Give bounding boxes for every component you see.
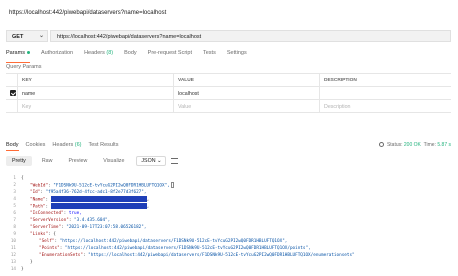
tab-pre-request-script[interactable]: Pre-request Script	[148, 50, 192, 60]
code-content: {	[21, 176, 24, 181]
line-number: 13	[10, 260, 16, 265]
json-key: "WebId"	[30, 183, 49, 189]
tab-tests[interactable]: Tests	[203, 50, 216, 60]
format-type-select[interactable]: JSON ⌄	[136, 155, 167, 166]
format-pretty[interactable]: Pretty	[6, 155, 32, 166]
line-number: 4	[13, 197, 16, 202]
line-number: 2	[13, 183, 16, 188]
line-number: 14	[10, 267, 16, 272]
line-number: 9	[13, 232, 16, 237]
json-value: "2021-09-17T23:07:58.06526182",	[66, 225, 147, 230]
json-key: "Points"	[39, 246, 60, 251]
code-content: "Points": "https://localhost:442/piwebap…	[39, 246, 311, 251]
line-number: 6	[13, 211, 16, 216]
json-key: "Self"	[39, 239, 55, 244]
param-key-cell[interactable]: name	[18, 87, 174, 100]
tab-cookies[interactable]: Cookies	[26, 142, 46, 148]
tab-test-results[interactable]: Test Results	[88, 142, 118, 148]
method-label: GET	[12, 34, 24, 40]
status-code: 200 OK	[403, 142, 421, 148]
chevron-down-icon: ⌄	[157, 157, 162, 164]
json-key: "Links"	[30, 232, 49, 237]
params-indicator-dot	[26, 51, 30, 55]
json-value: "f95a4f36-762d-4fcc-adc1-8f2e77d3f627",	[45, 190, 147, 195]
tab-body[interactable]: Body	[124, 50, 137, 60]
url-input[interactable]: https://localhost:442/piwebapi/dataserve…	[50, 30, 451, 42]
line-number: 8	[13, 225, 16, 230]
redacted-value	[50, 203, 147, 209]
query-params-title: Query Params	[6, 64, 42, 70]
line-number: 1	[13, 176, 16, 181]
code-content: "Links": {	[30, 232, 56, 237]
response-format-toolbar: Pretty Raw Preview Visualize JSON ⌄	[6, 155, 179, 166]
code-content: "EnumerationSets": "https://localhost:44…	[39, 253, 355, 258]
code-content: }	[21, 267, 24, 272]
tab-response-body[interactable]: Body	[6, 142, 19, 151]
code-content: "Id": "f95a4f36-762d-4fcc-adc1-8f2e77d3f…	[30, 190, 147, 195]
tab-response-headers[interactable]: Headers (6)	[52, 142, 81, 148]
json-value: "https://localhost:442/piwebapi/dataserv…	[59, 239, 288, 244]
param-description-cell[interactable]	[320, 87, 451, 100]
json-value: {	[53, 232, 56, 237]
code-content: }	[30, 260, 33, 265]
new-value-input[interactable]: Value	[174, 100, 320, 113]
param-enabled-checkbox[interactable]	[10, 90, 16, 96]
tab-params[interactable]: Params	[6, 50, 30, 63]
json-key: "IsConnected"	[30, 211, 64, 216]
json-key: "ServerTime"	[30, 225, 62, 230]
json-key: "ServerVersion"	[30, 218, 69, 223]
globe-icon	[378, 142, 384, 148]
params-table: KEY VALUE DESCRIPTION name localhost Key…	[6, 73, 451, 113]
param-row: name localhost	[6, 87, 451, 100]
description-column-header: DESCRIPTION	[324, 78, 357, 83]
redacted-value	[50, 196, 147, 202]
line-number: 3	[13, 190, 16, 195]
json-key: "Name"	[30, 197, 46, 203]
params-header-row: KEY VALUE DESCRIPTION	[6, 74, 451, 87]
json-value: "https://localhost:442/piwebapi/dataserv…	[64, 246, 311, 251]
response-time: 5.87 s	[437, 142, 451, 148]
param-value-cell[interactable]: localhost	[174, 87, 320, 100]
line-number: 12	[10, 253, 16, 258]
response-status: Status: 200 OK Time: 5.87 s	[378, 142, 451, 148]
code-content: "IsConnected": true,	[30, 211, 82, 216]
format-raw[interactable]: Raw	[36, 156, 59, 166]
new-description-input[interactable]: Description	[320, 100, 451, 113]
param-new-row: Key Value Description	[6, 100, 451, 113]
line-number: 5	[13, 204, 16, 209]
json-value: "F1DSNk9U-512cE-tvYcuG2PI2wQ0FDR1HBLUFTQ…	[53, 183, 170, 189]
value-column-header: VALUE	[174, 74, 320, 87]
method-select[interactable]: GET ⌄	[6, 30, 48, 42]
request-bar: GET ⌄ https://localhost:442/piwebapi/dat…	[6, 30, 451, 42]
tab-settings[interactable]: Settings	[227, 50, 247, 60]
line-number: 10	[10, 239, 16, 244]
json-key: "Id"	[30, 190, 41, 195]
line-number: 7	[13, 218, 16, 223]
json-value: true,	[68, 211, 82, 216]
request-tabs: Params Authorization Headers (8) Body Pr…	[6, 50, 258, 63]
code-content: "Self": "https://localhost:442/piwebapi/…	[39, 239, 288, 244]
format-preview[interactable]: Preview	[62, 156, 93, 166]
code-content: "ServerVersion": "3.4.435.604",	[30, 218, 111, 223]
tab-headers[interactable]: Headers (8)	[84, 50, 113, 60]
chevron-down-icon: ⌄	[38, 33, 44, 39]
format-visualize[interactable]: Visualize	[97, 156, 130, 166]
response-tabs-bar: Body Cookies Headers (6) Test Results St…	[6, 142, 451, 152]
json-key: "EnumerationSets"	[39, 253, 83, 258]
code-content: "ServerTime": "2021-09-17T23:07:58.06526…	[30, 225, 147, 230]
new-key-input[interactable]: Key	[18, 100, 174, 113]
line-number: 11	[10, 246, 16, 251]
text-cursor	[170, 182, 174, 188]
json-value: "https://localhost:442/piwebapi/dataserv…	[88, 253, 355, 258]
json-value: "3.4.435.604",	[74, 218, 111, 223]
response-body-code: 1{2 "WebId": "F1DSNk9U-512cE-tvYcuG2PI2wQ…	[6, 175, 451, 272]
tab-authorization[interactable]: Authorization	[41, 50, 73, 60]
json-key: "Path"	[30, 204, 46, 210]
wrap-lines-icon[interactable]	[171, 157, 179, 164]
request-title: https://localhost:442/piwebapi/dataserve…	[9, 10, 167, 16]
key-column-header: KEY	[18, 74, 174, 87]
